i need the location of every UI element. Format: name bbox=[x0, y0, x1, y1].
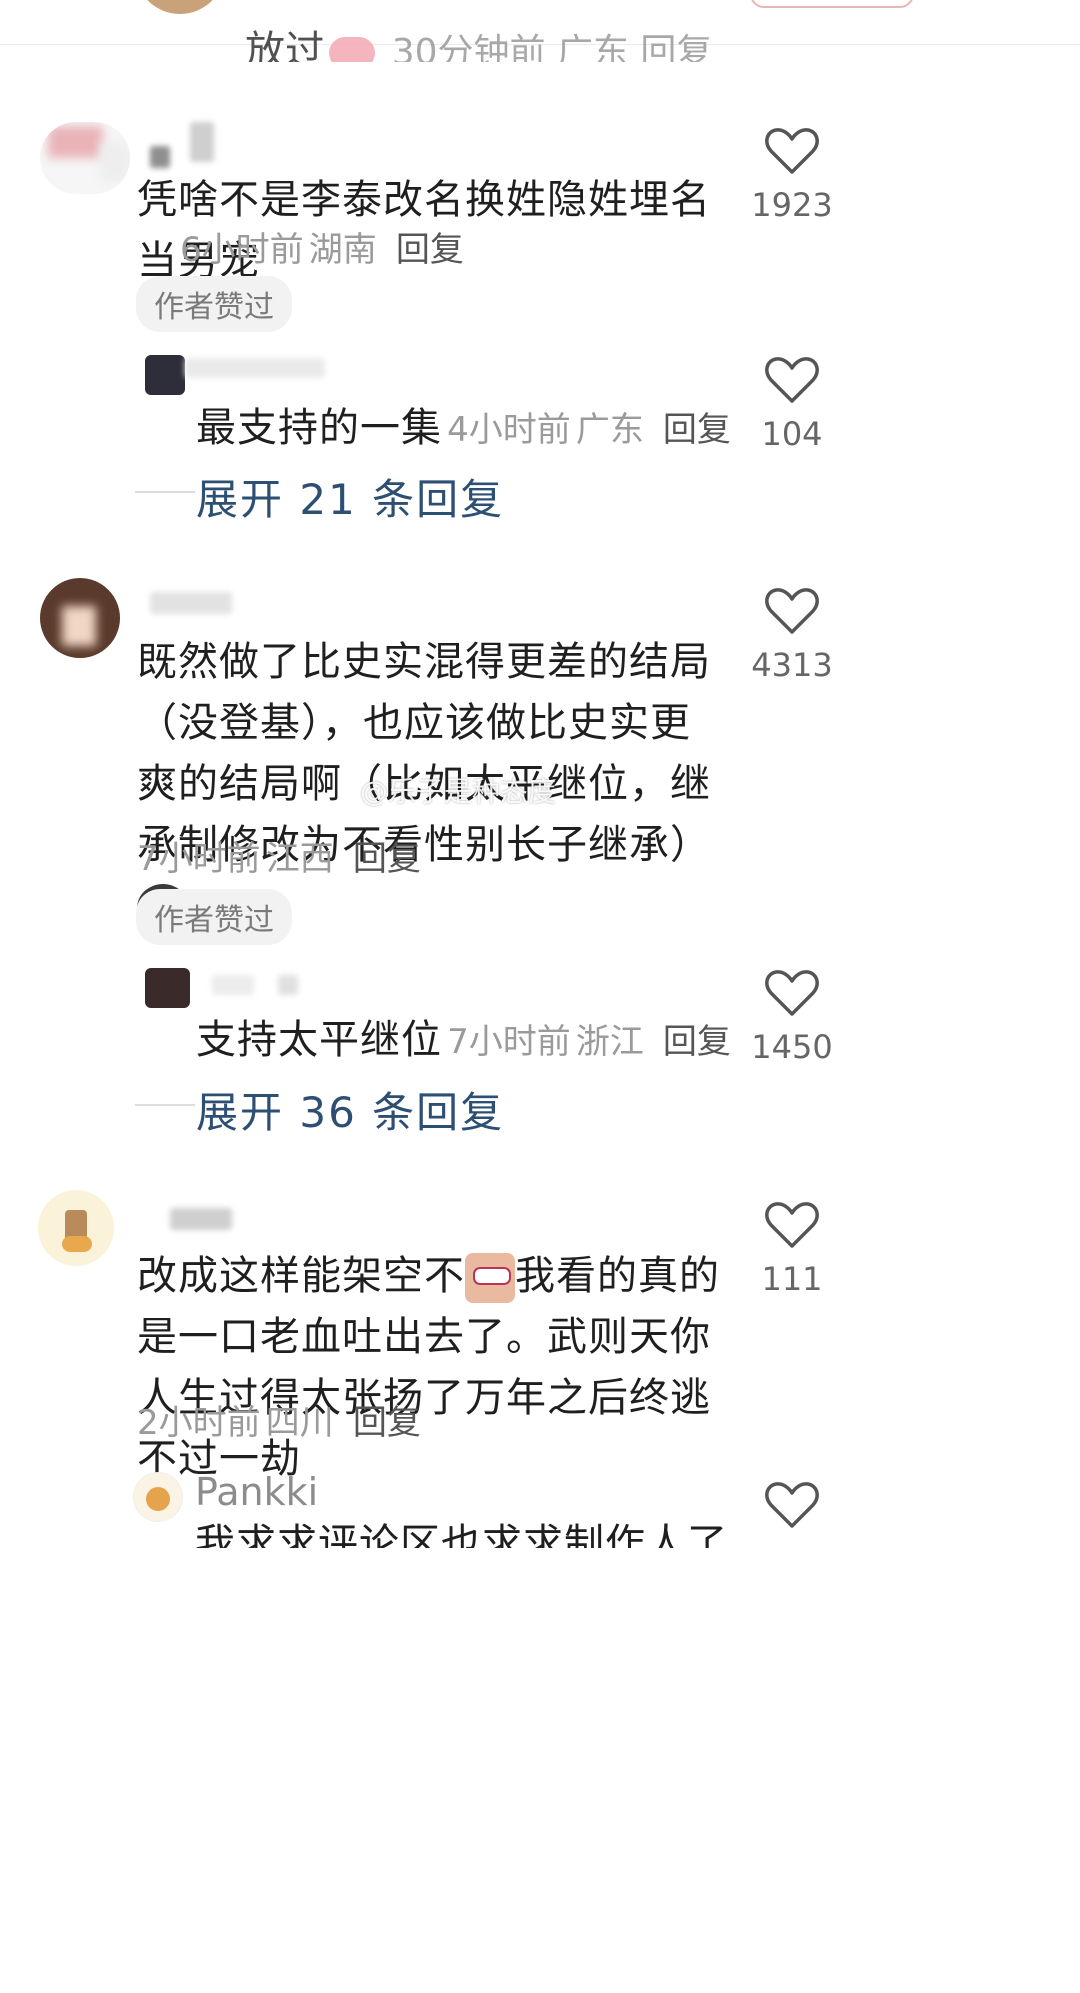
reply-button[interactable]: 回复 bbox=[353, 1403, 421, 1443]
like-count: 1923 bbox=[751, 186, 833, 224]
like-button[interactable]: 111 bbox=[737, 1200, 847, 1298]
reply-location: 广东 bbox=[575, 410, 644, 450]
watermark: @乐子是种态度 bbox=[360, 775, 557, 808]
expand-replies-button[interactable]: 展开 21 条回复 bbox=[196, 466, 504, 527]
expand-divider bbox=[135, 491, 195, 493]
author-liked-badge: 作者赞过 bbox=[136, 889, 292, 945]
heart-outline-icon bbox=[765, 1482, 819, 1528]
comment-text: 放过 bbox=[245, 28, 325, 62]
username-blurred[interactable] bbox=[278, 975, 298, 995]
comment-meta: 6小时前 湖南 回复 bbox=[180, 222, 464, 271]
reply-time: 7小时前 bbox=[447, 1022, 571, 1062]
comment-time: 6小时前 bbox=[180, 230, 304, 270]
author-liked-badge: 作者赞过 bbox=[136, 276, 292, 332]
pig-emoji-icon bbox=[329, 37, 375, 62]
avatar[interactable] bbox=[38, 1190, 114, 1266]
expand-divider bbox=[135, 1104, 195, 1106]
comment-body: 改成这样能架空不 bbox=[137, 1253, 465, 1299]
reply-row: 支持太平继位 7小时前 浙江 回复 bbox=[196, 1010, 731, 1071]
reply-button[interactable]: 回复 bbox=[353, 839, 421, 879]
avatar[interactable] bbox=[145, 355, 185, 395]
avatar[interactable] bbox=[145, 968, 190, 1008]
like-count: 104 bbox=[761, 415, 823, 453]
heart-outline-icon bbox=[765, 970, 819, 1016]
reply-button[interactable]: 回复 bbox=[663, 1022, 731, 1062]
avatar[interactable] bbox=[135, 0, 225, 14]
like-count: 111 bbox=[761, 1260, 823, 1298]
username-blurred[interactable] bbox=[185, 358, 325, 378]
username-blurred[interactable] bbox=[190, 122, 214, 162]
clipped-comment: 放过 30分钟前 广东 回复 bbox=[245, 16, 712, 62]
heart-outline-icon bbox=[765, 588, 819, 634]
reply-time: 4小时前 bbox=[447, 410, 571, 450]
heart-outline-icon bbox=[765, 357, 819, 403]
username-blurred[interactable] bbox=[150, 146, 170, 168]
heart-outline-icon bbox=[765, 1202, 819, 1248]
like-button[interactable]: 4313 bbox=[737, 586, 847, 684]
username[interactable]: Pankki bbox=[195, 1470, 318, 1514]
follow-button[interactable] bbox=[750, 0, 914, 8]
shocked-face-emoji-icon bbox=[465, 1253, 515, 1303]
comment-meta: 30分钟前 广东 回复 bbox=[391, 32, 713, 62]
username-blurred[interactable] bbox=[212, 975, 254, 995]
reply-location: 浙江 bbox=[575, 1022, 644, 1062]
avatar[interactable] bbox=[133, 1472, 183, 1522]
expand-replies-button[interactable]: 展开 36 条回复 bbox=[196, 1079, 504, 1140]
comment-text-clipped: 我求求评论区也求求制作人了 bbox=[195, 1520, 755, 1548]
comment-time: 7小时前 bbox=[137, 839, 261, 879]
reply-button[interactable]: 回复 bbox=[663, 410, 731, 450]
like-button[interactable] bbox=[737, 1480, 847, 1534]
like-button[interactable]: 1923 bbox=[737, 126, 847, 224]
avatar[interactable] bbox=[40, 122, 130, 194]
avatar[interactable] bbox=[40, 578, 120, 658]
comment-meta: 2小时前 四川 回复 bbox=[137, 1395, 421, 1444]
comment-text: 改成这样能架空不 我看的真的是一口老血吐出去了。武则天你人生过得太张扬了万年之后终… bbox=[137, 1246, 727, 1490]
heart-outline-icon bbox=[765, 128, 819, 174]
reply-row: 最支持的一集 4小时前 广东 回复 bbox=[196, 398, 731, 459]
comment-location: 江西 bbox=[265, 839, 334, 879]
username-blurred[interactable] bbox=[150, 592, 232, 614]
comment-meta: 7小时前 江西 回复 bbox=[137, 831, 421, 880]
comment-time: 2小时前 bbox=[137, 1403, 261, 1443]
username-blurred[interactable] bbox=[170, 1208, 232, 1230]
like-button[interactable]: 104 bbox=[737, 355, 847, 453]
reply-text: 最支持的一集 bbox=[196, 405, 442, 451]
like-count: 4313 bbox=[751, 646, 833, 684]
blank-area bbox=[0, 1550, 1080, 1993]
comment-location: 四川 bbox=[265, 1403, 334, 1443]
like-count: 1450 bbox=[751, 1028, 833, 1066]
like-button[interactable]: 1450 bbox=[737, 968, 847, 1066]
comment-body: 我求求评论区也求求制作人了 bbox=[195, 1521, 728, 1548]
reply-button[interactable]: 回复 bbox=[396, 230, 464, 270]
reply-text: 支持太平继位 bbox=[196, 1017, 442, 1063]
comment-location: 湖南 bbox=[308, 230, 377, 270]
